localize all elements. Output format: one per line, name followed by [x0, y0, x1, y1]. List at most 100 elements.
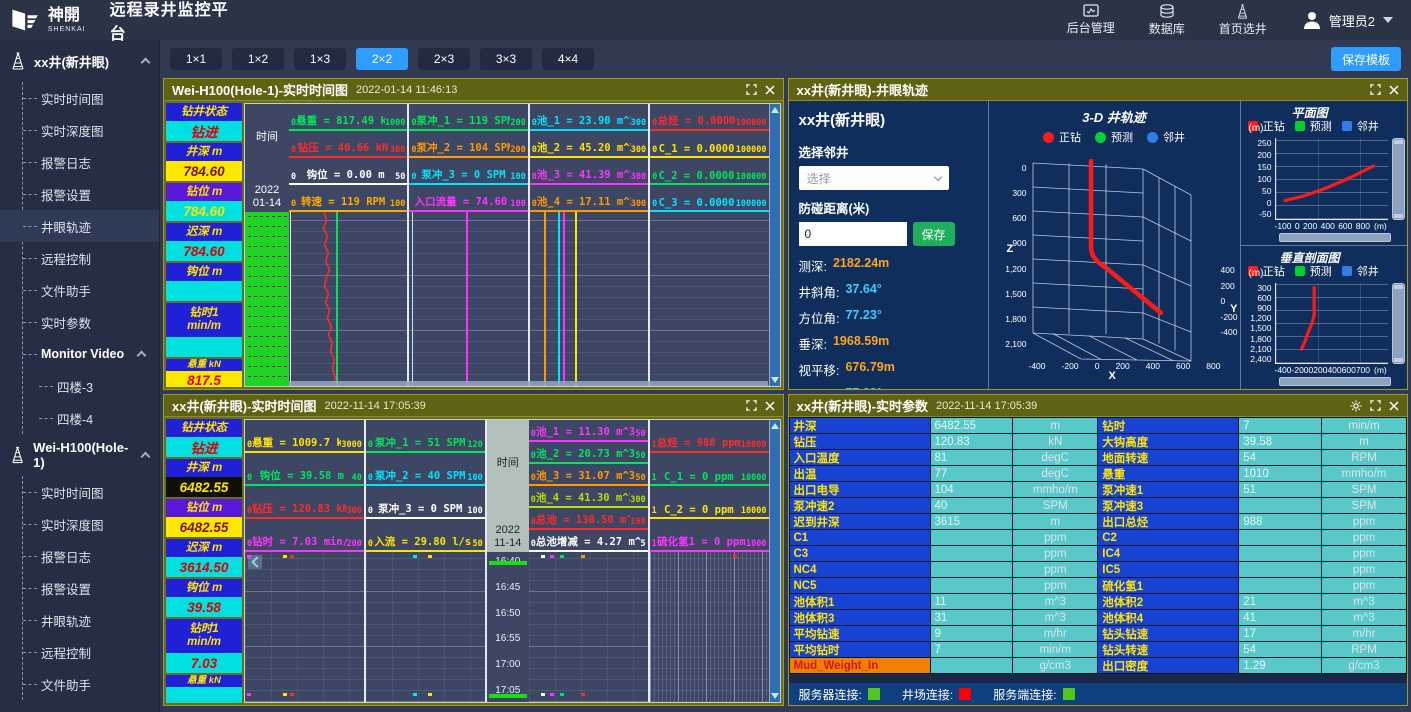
nav-database[interactable]: 数据库 — [1149, 4, 1185, 37]
offset-well-select[interactable]: 选择 — [799, 166, 949, 190]
sidebar-item[interactable]: 报警设置 — [23, 178, 159, 210]
sidebar-item[interactable]: 四楼-4 — [39, 402, 159, 434]
expand-icon[interactable] — [1370, 84, 1381, 95]
plan-vscrollbar[interactable] — [1392, 138, 1405, 220]
table-cell: ppm — [1322, 530, 1406, 545]
layout-button[interactable]: 1×1 — [170, 48, 222, 70]
sidebar-item[interactable]: 文件助手 — [23, 274, 159, 306]
table-cell: 出口密度 — [1098, 658, 1238, 673]
vert-curve — [1276, 283, 1388, 364]
table-cell: m — [1013, 514, 1097, 529]
sidebar-item[interactable]: 实时时间图 — [23, 476, 159, 508]
plan-y-ticks: 250200150100500-50 — [1245, 138, 1275, 220]
sidebar-item[interactable]: 实时时间图 — [23, 82, 159, 114]
vertical-scrollbar[interactable] — [769, 420, 780, 702]
param-block: 钻时1 min/m — [166, 303, 242, 357]
sidebar-item[interactable]: 远程控制 — [23, 242, 159, 274]
table-cell: 41 — [1239, 610, 1321, 625]
table-cell — [931, 530, 1013, 545]
app-root: 神開 SHENKAI 远程录井监控平台 后台管理 数据库 — [0, 0, 1411, 712]
curve-legend: 0 C_3 = 0.0000 100000 — [650, 185, 768, 212]
table-cell: ppm — [1013, 578, 1097, 593]
vert-hscrollbar[interactable] — [1279, 377, 1391, 386]
param-value: 784.60 — [166, 161, 242, 181]
table-cell: m^3 — [1013, 594, 1097, 609]
expand-icon[interactable] — [1370, 400, 1381, 411]
layout-button[interactable]: 1×3 — [294, 48, 346, 70]
sidebar-item[interactable]: 报警设置 — [23, 572, 159, 604]
scroll-down-icon[interactable] — [771, 693, 779, 699]
user-name: 管理员2 — [1329, 11, 1375, 30]
nav-well-select[interactable]: 首页选井 — [1219, 4, 1267, 37]
layout-button[interactable]: 4×4 — [542, 48, 594, 70]
close-icon[interactable] — [1389, 85, 1399, 95]
stat-row: 投影角: 77.23° — [799, 386, 978, 390]
vert-vscrollbar[interactable] — [1392, 283, 1405, 365]
stat-row: 垂深: 1968.59m — [799, 334, 978, 353]
gear-icon[interactable] — [1350, 400, 1362, 412]
sidebar-item[interactable]: 报警日志 — [23, 540, 159, 572]
curve-flow-in — [466, 212, 468, 386]
horizontal-scrollbar[interactable] — [289, 381, 768, 386]
sidebar-item[interactable]: 井眼轨迹 — [23, 604, 159, 636]
sidebar-well-xx[interactable]: xx井(新井眼) — [0, 40, 159, 82]
layout-button[interactable]: 2×3 — [418, 48, 470, 70]
scroll-down-icon[interactable] — [771, 377, 779, 383]
table-cell: 104 — [931, 482, 1013, 497]
close-icon[interactable] — [1389, 401, 1399, 411]
param-label: 井深 m — [166, 143, 242, 161]
user-menu[interactable]: 管理员2 — [1301, 9, 1393, 31]
nav-backend[interactable]: 后台管理 — [1067, 4, 1115, 36]
table-cell — [931, 658, 1013, 673]
tree-twig — [23, 226, 37, 227]
curve-spm3 — [412, 212, 413, 386]
sidebar-item[interactable]: 井眼轨迹 — [23, 210, 159, 242]
sidebar-well-weih100[interactable]: Wei-H100(Hole-1) — [0, 434, 159, 476]
distance-input[interactable] — [799, 222, 907, 246]
curve-legend: 0 泵冲_1 = 51 SPM 120 — [366, 420, 485, 453]
plan-hscrollbar[interactable] — [1279, 233, 1391, 242]
save-button[interactable]: 保存 — [913, 222, 955, 246]
param-block: 悬重 kN — [166, 675, 242, 703]
sidebar-item[interactable]: 四楼-3 — [39, 370, 159, 402]
track-pits: 0 池_1 = 23.90 m^3 300 0 池_2 = 45.20 m^3 … — [528, 104, 648, 386]
save-template-button[interactable]: 保存模板 — [1331, 47, 1401, 71]
layout-button[interactable]: 2×2 — [356, 48, 408, 70]
table-cell: 悬重 — [1098, 466, 1238, 481]
param-label: 钻井状态 — [166, 419, 242, 437]
close-icon[interactable] — [765, 85, 775, 95]
table-cell: g/cm3 — [1322, 658, 1406, 673]
sidebar-item[interactable]: 远程控制 — [23, 636, 159, 668]
param-label: 钻时1 min/m — [166, 303, 242, 337]
table-cell: m/hr — [1013, 626, 1097, 641]
layout-button[interactable]: 3×3 — [480, 48, 532, 70]
sidebar-item[interactable]: 报警日志 — [23, 146, 159, 178]
expand-icon[interactable] — [746, 400, 757, 411]
table-cell: 3615 — [931, 514, 1013, 529]
table-cell: C2 — [1098, 530, 1238, 545]
plot3d-title: 3-D 井轨迹 — [989, 107, 1240, 126]
sidebar-item[interactable]: 文件助手 — [23, 668, 159, 700]
table-cell: RPM — [1322, 642, 1406, 657]
sidebar-item[interactable]: 实时参数 — [23, 306, 159, 338]
sidebar-item[interactable]: 实时深度图 — [23, 114, 159, 146]
param-block: 钻位 m 6482.55 — [166, 499, 242, 537]
vertical-scrollbar[interactable] — [769, 104, 780, 386]
param-label: 井深 m — [166, 459, 242, 477]
close-icon[interactable] — [765, 401, 775, 411]
plot3d-legend: 正钻 预测 邻井 — [989, 129, 1240, 145]
track-gas: 1 总烃 = 988 ppm 10000 1 C_1 = 0 ppm 10000… — [648, 420, 769, 702]
layout-button[interactable]: 1×2 — [232, 48, 284, 70]
scroll-up-icon[interactable] — [771, 107, 779, 113]
curve-legend: 0 泵冲_2 = 40 SPM 100 — [366, 453, 485, 486]
sidebar-item[interactable]: 实时深度图 — [23, 508, 159, 540]
table-cell: ppm — [1013, 546, 1097, 561]
param-strip: 钻井状态 钻进 井深 m 784.60 钻位 m 784.60 迟深 m 784… — [166, 103, 242, 387]
sidebar-item[interactable]: Monitor Video — [23, 338, 159, 370]
legend-chip: 邻井 — [1147, 129, 1185, 145]
scroll-up-icon[interactable] — [771, 423, 779, 429]
expand-icon[interactable] — [746, 84, 757, 95]
panel-title: Wei-H100(Hole-1)-实时时间图 — [172, 80, 348, 99]
select-label: 选择邻井 — [799, 142, 978, 161]
table-cell: SPM — [1013, 498, 1097, 513]
